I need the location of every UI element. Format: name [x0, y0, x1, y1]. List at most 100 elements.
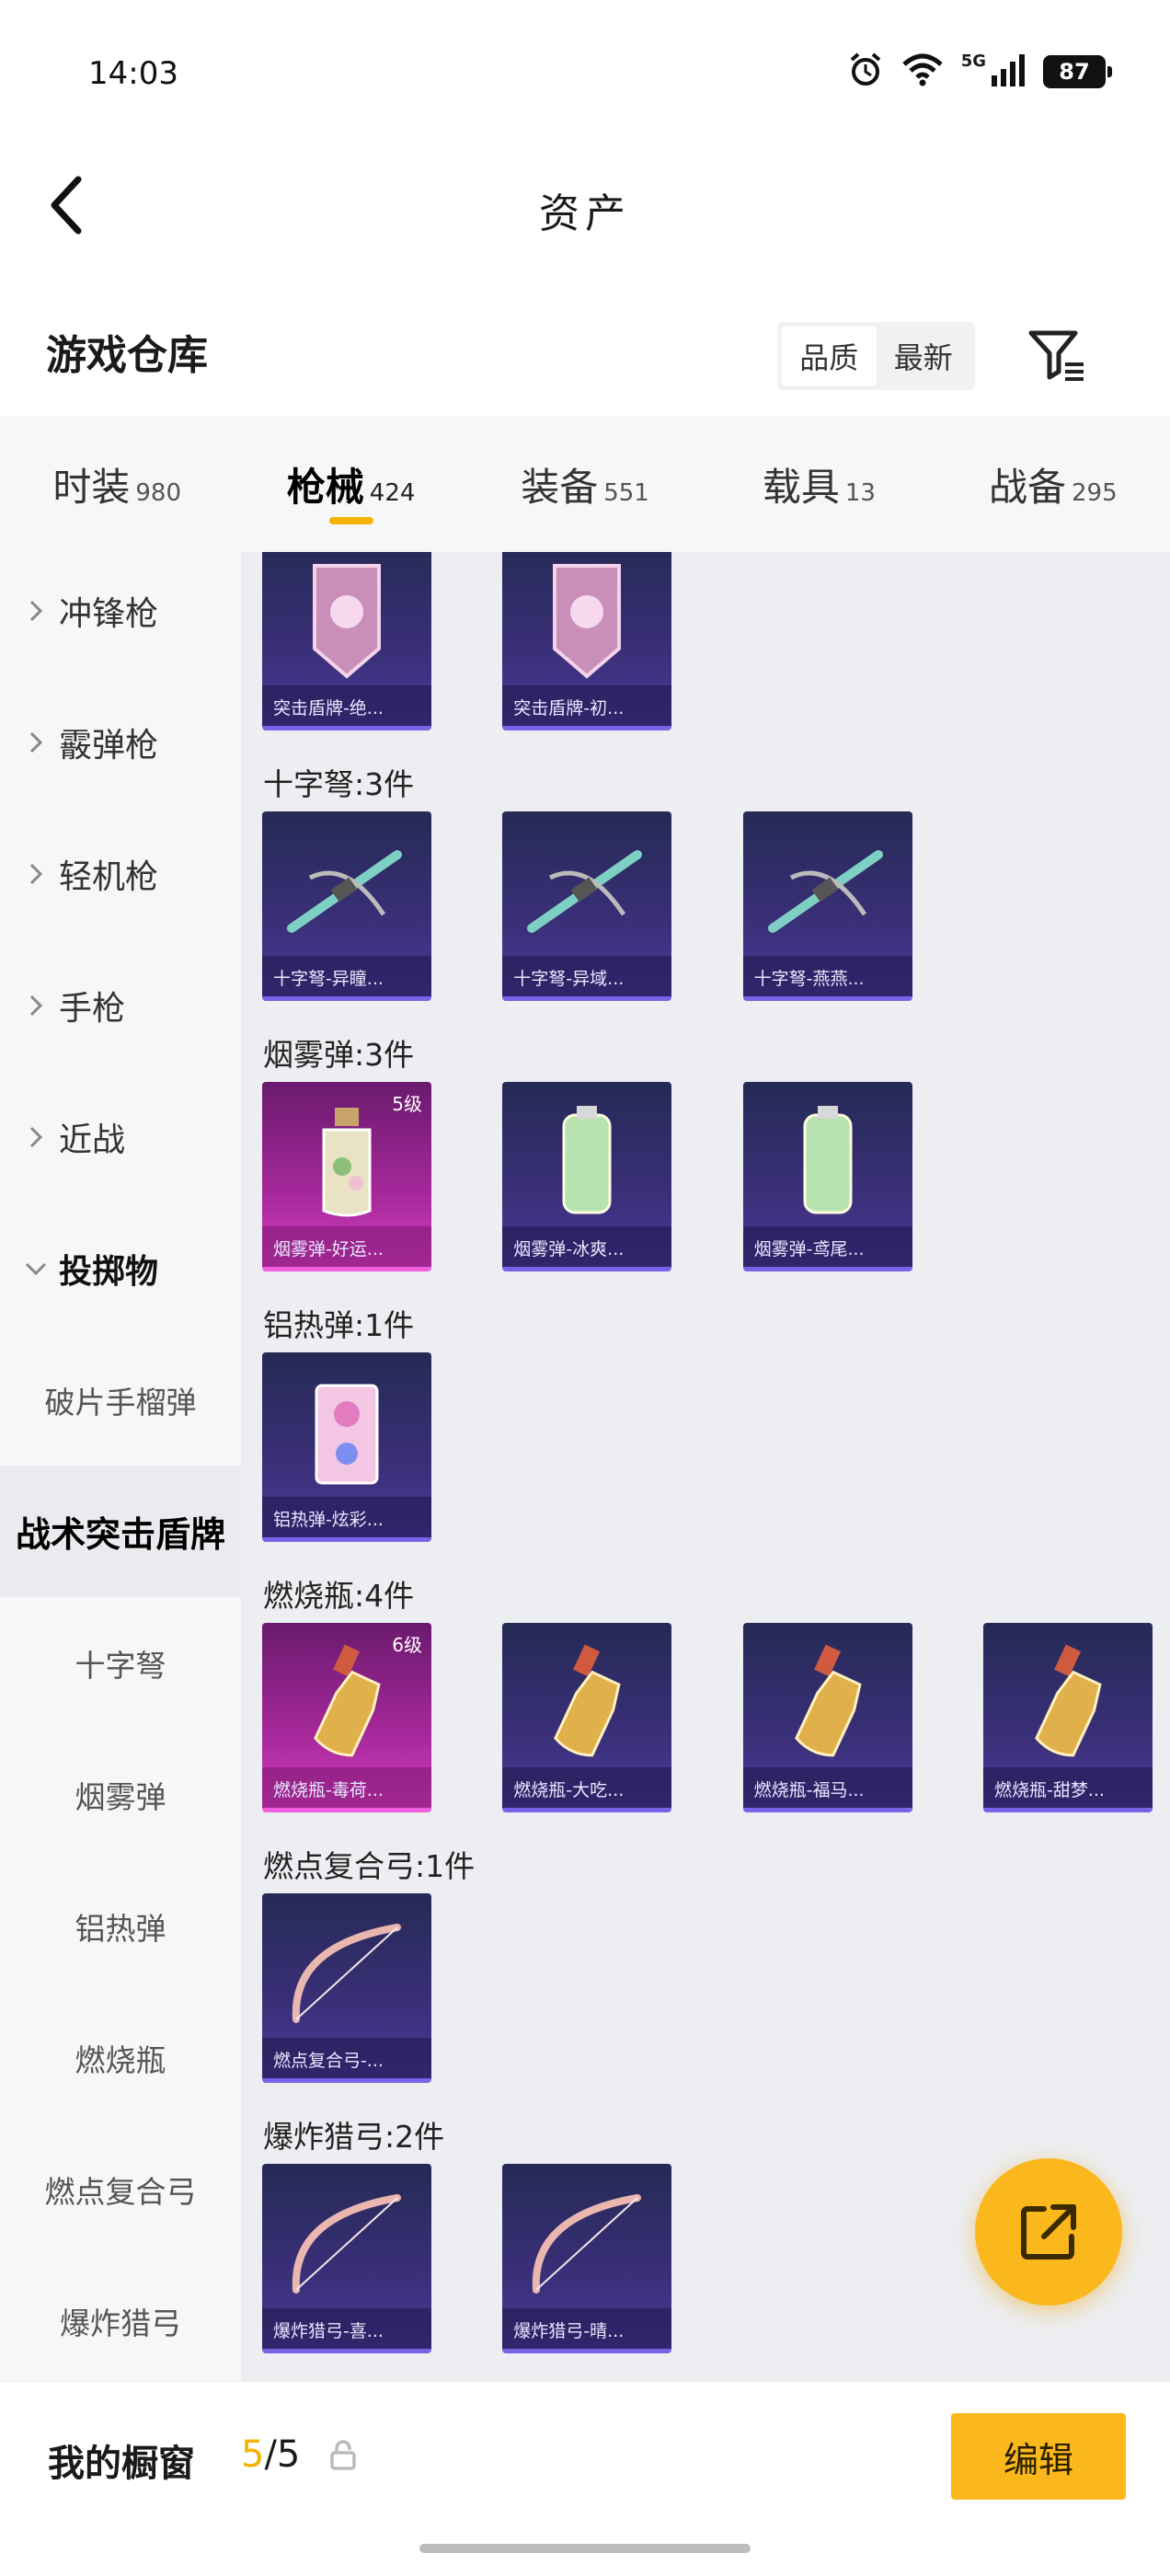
lock-icon	[329, 2439, 357, 2470]
shield-icon	[282, 561, 411, 681]
tab-5[interactable]: 战备 295	[936, 416, 1170, 552]
tab-count: 980	[135, 479, 182, 507]
tab-label: 载具	[762, 465, 840, 510]
alarm-icon	[847, 52, 884, 92]
tab-label: 枪械	[286, 465, 364, 510]
sidebar-item[interactable]: 燃点复合弓	[0, 2123, 241, 2255]
item-name: 爆炸猎弓-晴...	[502, 2308, 672, 2349]
tab-count: 551	[603, 479, 649, 507]
item-grid: 突击盾牌-绝... 突击盾牌-初... 十字弩:3件 十字弩-异瞳... 十字弩-异域.…	[241, 552, 1170, 2381]
bottom-bar: 我的橱窗 5/5 编辑	[0, 2381, 1170, 2576]
sidebar-item[interactable]: 轻机枪	[0, 808, 241, 939]
sidebar-item[interactable]: 手枪	[0, 939, 241, 1071]
item-name: 十字弩-燕燕...	[742, 956, 912, 996]
showcase-count-current: 5	[241, 2433, 265, 2476]
signal-icon	[990, 53, 1027, 90]
molotov-icon	[763, 1643, 892, 1763]
inventory-body: 冲锋枪 霰弹枪 轻机枪 手枪 近战 投掷物 破片手榴弹 战术突击盾牌 十字弩 烟雾弹 铝热弹 燃烧瓶燃…	[0, 552, 1170, 2381]
sidebar-item-label: 十字弩	[75, 1647, 166, 1684]
item-card[interactable]: 十字弩-异域...	[502, 811, 672, 1001]
bow-icon	[522, 2184, 651, 2304]
tab-2[interactable]: 枪械 424	[234, 416, 467, 552]
item-card[interactable]: 爆炸猎弓-喜...	[261, 2164, 431, 2353]
item-name: 燃点复合弓-...	[261, 2038, 431, 2078]
sidebar-item-label: 手枪	[59, 989, 126, 1028]
sidebar-item[interactable]: 十字弩	[0, 1597, 241, 1729]
sidebar-item[interactable]: 霰弹枪	[0, 676, 241, 808]
group-label: 铝热弹:1件	[263, 1307, 415, 1343]
nav-bar: 资产	[0, 138, 1170, 276]
item-name: 十字弩-异域...	[502, 956, 672, 996]
thermite-icon	[282, 1373, 411, 1492]
item-card[interactable]: 6级 燃烧瓶-毒荷...	[261, 1623, 431, 1812]
sort-quality-button[interactable]: 品质	[782, 327, 877, 385]
page-title: 资产	[539, 190, 631, 237]
item-card[interactable]: 十字弩-燕燕...	[742, 811, 912, 1001]
item-card[interactable]: 突击盾牌-绝...	[261, 552, 431, 730]
bottle-icon	[282, 1102, 411, 1222]
home-indicator[interactable]	[419, 2544, 751, 2553]
tab-label: 战备	[989, 465, 1067, 510]
item-name: 燃烧瓶-大吃...	[502, 1767, 672, 1808]
sidebar-item[interactable]: 铝热弹	[0, 1860, 241, 1992]
item-card[interactable]: 燃烧瓶-甜梦...	[982, 1623, 1153, 1812]
tab-count: 13	[844, 479, 876, 507]
crossbow-icon	[282, 832, 411, 951]
sidebar-item[interactable]: 投掷物	[0, 1202, 241, 1334]
item-name: 燃烧瓶-甜梦...	[982, 1767, 1153, 1808]
item-name: 烟雾弹-鸢尾...	[742, 1226, 912, 1267]
item-card[interactable]: 燃点复合弓-...	[261, 1893, 431, 2083]
group-label: 烟雾弹:3件	[263, 1037, 415, 1073]
sidebar-item-label: 战术突击盾牌	[15, 1514, 225, 1555]
canister-icon	[522, 1102, 651, 1222]
crossbow-icon	[763, 832, 892, 951]
tab-label: 装备	[521, 465, 599, 510]
sidebar-item-label: 燃点复合弓	[44, 2173, 197, 2210]
item-name: 燃烧瓶-福马...	[742, 1767, 912, 1808]
item-card[interactable]: 烟雾弹-鸢尾...	[742, 1082, 912, 1271]
item-card[interactable]: 铝热弹-炫彩...	[261, 1352, 431, 1542]
sidebar-item-label: 近战	[59, 1121, 126, 1159]
item-card[interactable]: 烟雾弹-冰爽...	[502, 1082, 672, 1271]
item-card[interactable]: 燃烧瓶-大吃...	[502, 1623, 672, 1812]
filter-icon	[1028, 330, 1084, 381]
sidebar-item-label: 霰弹枪	[59, 726, 159, 765]
item-name: 突击盾牌-绝...	[261, 685, 431, 726]
group-label: 燃烧瓶:4件	[263, 1578, 415, 1614]
item-card[interactable]: 突击盾牌-初...	[502, 552, 672, 730]
sidebar-item[interactable]: 近战	[0, 1071, 241, 1202]
sidebar-item[interactable]: 战术突击盾牌	[0, 1466, 241, 1597]
molotov-icon	[1004, 1643, 1132, 1763]
filter-button[interactable]	[1021, 320, 1093, 392]
edit-button[interactable]: 编辑	[951, 2413, 1126, 2500]
bow-icon	[282, 2184, 411, 2304]
chevron-right-icon	[24, 1125, 48, 1149]
sort-latest-button[interactable]: 最新	[877, 327, 971, 385]
sort-toggle: 品质 最新	[777, 322, 975, 390]
status-bar: 14:03 5G 87	[0, 0, 1170, 138]
sidebar-item-label: 破片手榴弹	[44, 1384, 197, 1420]
chevron-right-icon	[24, 730, 48, 754]
tab-4[interactable]: 载具 13	[702, 416, 935, 552]
molotov-icon	[522, 1643, 651, 1763]
sidebar-item[interactable]: 烟雾弹	[0, 1729, 241, 1860]
chevron-right-icon	[24, 599, 48, 623]
item-card[interactable]: 爆炸猎弓-晴...	[502, 2164, 672, 2353]
item-card[interactable]: 5级 烟雾弹-好运...	[261, 1082, 431, 1271]
share-fab[interactable]	[975, 2158, 1122, 2306]
tab-count: 295	[1072, 479, 1118, 507]
status-time: 14:03	[88, 55, 178, 92]
tab-1[interactable]: 时装 980	[0, 416, 234, 552]
item-card[interactable]: 燃烧瓶-福马...	[742, 1623, 912, 1812]
item-card[interactable]: 十字弩-异瞳...	[261, 811, 431, 1001]
sidebar-item[interactable]: 燃烧瓶	[0, 1992, 241, 2123]
sidebar-item-label: 燃烧瓶	[75, 2041, 166, 2078]
sidebar-item[interactable]: 冲锋枪	[0, 552, 241, 676]
level-badge: 6级	[392, 1634, 422, 1656]
tab-3[interactable]: 装备 551	[468, 416, 702, 552]
canister-icon	[763, 1102, 892, 1222]
sidebar-item-label: 轻机枪	[59, 857, 159, 896]
item-name: 爆炸猎弓-喜...	[261, 2308, 431, 2349]
sidebar-item[interactable]: 破片手榴弹	[0, 1334, 241, 1466]
sidebar-item[interactable]: 爆炸猎弓	[0, 2255, 241, 2381]
